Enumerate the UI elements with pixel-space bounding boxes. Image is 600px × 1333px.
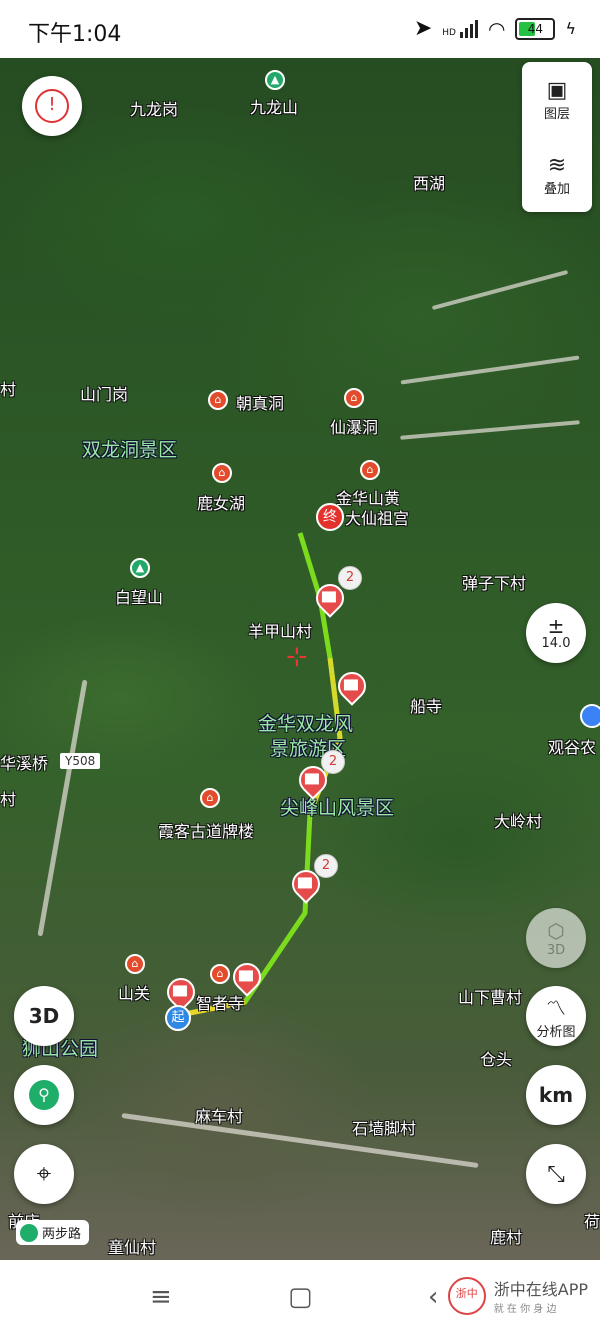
map-label: 山下曹村 (458, 988, 523, 1007)
road-number-label: Y508 (60, 753, 101, 769)
map-label: 鹿村 (490, 1228, 523, 1247)
3d-label: 3D (546, 942, 566, 958)
menu-nav-icon[interactable]: ≡ (150, 1282, 172, 1312)
battery-level: 44 (527, 21, 544, 36)
map-label: 霞客古道牌楼 (158, 822, 255, 841)
analysis-button[interactable]: 〽 分析图 (526, 986, 586, 1046)
map-label: 观谷农 (548, 738, 597, 757)
map-label: 村 (0, 790, 17, 809)
scenic-poi-icon[interactable]: ⌂ (200, 788, 220, 808)
map-view[interactable]: 九龙岗 ▲ 九龙山 西湖 山门岗 ⌂ 朝真洞 ⌂ 仙瀑洞 双龙洞景区 ⌂ 鹿女湖… (0, 58, 600, 1260)
overlay-label: 叠加 (543, 181, 570, 197)
unit-label: km (538, 1083, 574, 1107)
leaf-logo-icon (20, 1223, 38, 1242)
map-label: 仓头 (480, 1050, 513, 1069)
scenic-poi-icon[interactable]: ⌂ (208, 390, 228, 410)
overlay-button[interactable]: ≋ 叠加 (522, 137, 592, 212)
alert-button[interactable]: ! (22, 76, 82, 136)
zoom-level-button[interactable]: ± 14.0 (526, 603, 586, 663)
crosshair-icon: ⌖ (36, 1158, 52, 1189)
map-label: 童仙村 (108, 1238, 157, 1257)
map-area-label: 尖峰山风景区 (280, 797, 395, 819)
map-label: 石墙脚村 (352, 1119, 417, 1138)
status-time: 下午1:04 (28, 22, 122, 47)
map-label: 麻车村 (195, 1107, 244, 1126)
layers-icon: ▣ (546, 77, 568, 103)
watermark-text: 浙中在线APP (493, 1280, 588, 1299)
hd-label: HD (442, 27, 456, 38)
watermark: 浙中 浙中在线APP 就 在 你 身 边 (447, 1276, 588, 1315)
my-location-button[interactable]: ⌖ (14, 1144, 74, 1204)
photo-count-badge: 2 (321, 750, 345, 774)
map-label: 大岭村 (494, 812, 543, 831)
footprint-button[interactable]: ⚲ (14, 1065, 74, 1125)
map-label: 九龙岗 (130, 100, 179, 119)
map-label: 朝真洞 (236, 394, 285, 413)
collapse-arrows-icon: ⤡ (547, 1161, 565, 1187)
mountain-poi-icon[interactable]: ▲ (265, 70, 285, 90)
back-nav-icon[interactable]: ‹ (428, 1282, 438, 1312)
route-start-marker[interactable]: 起 (165, 1005, 191, 1031)
scenic-poi-icon[interactable]: ⌂ (360, 460, 380, 480)
photo-count-badge: 2 (314, 854, 338, 878)
app-logo-tag: 两步路 (16, 1220, 90, 1245)
mountain-poi-icon[interactable]: ▲ (130, 558, 150, 578)
3d-label: 3D (28, 1004, 60, 1028)
map-label: 华溪桥 (0, 754, 49, 773)
app-name-label: 两步路 (42, 1227, 82, 1242)
map-label: 山门岗 (80, 385, 129, 404)
collapse-button[interactable]: ⤡ (526, 1144, 586, 1204)
map-label: 山关 (118, 984, 151, 1003)
wifi-icon: ◠ (487, 16, 506, 41)
scenic-poi-icon[interactable]: ⌂ (125, 954, 145, 974)
location-pin-icon[interactable] (580, 704, 600, 728)
zoom-level-value: 14.0 (541, 635, 571, 651)
status-icons: ➤ HD ◠ 44 ϟ (414, 16, 576, 41)
map-label: 智者寺 (196, 994, 245, 1013)
map-label: 村 (0, 380, 17, 399)
system-nav-bar: ≡ ▢ ‹ 浙中 浙中在线APP 就 在 你 身 边 (0, 1260, 600, 1333)
map-label: 白望山 (115, 588, 164, 607)
cube-icon: ⬡ (547, 918, 565, 943)
map-label: 荷 (584, 1212, 600, 1231)
map-label: 鹿女湖 (197, 494, 246, 513)
crosshair-center-icon: ⊹ (286, 642, 308, 672)
3d-view-button-disabled[interactable]: ⬡ 3D (526, 908, 586, 968)
status-bar: 下午1:04 ➤ HD ◠ 44 ϟ (0, 0, 600, 58)
scenic-poi-icon[interactable]: ⌂ (210, 964, 230, 984)
battery-icon: 44 (515, 17, 556, 40)
chart-line-icon: 〽 (546, 996, 566, 1020)
scenic-poi-icon[interactable]: ⌂ (344, 388, 364, 408)
map-label: 船寺 (410, 697, 443, 716)
home-nav-icon[interactable]: ▢ (288, 1282, 313, 1312)
layers-label: 图层 (543, 106, 570, 122)
route-end-marker[interactable]: 终 (316, 503, 344, 531)
location-arrow-icon: ➤ (413, 16, 433, 41)
scenic-poi-icon[interactable]: ⌂ (212, 463, 232, 483)
analysis-label: 分析图 (536, 1025, 576, 1040)
3d-view-button[interactable]: 3D (14, 986, 74, 1046)
signal-icon: HD (442, 19, 478, 38)
map-area-label: 金华双龙风 (258, 713, 354, 735)
plus-minus-icon: ± (547, 613, 565, 638)
map-label: 弹子下村 (462, 574, 527, 593)
map-label: 西湖 (413, 174, 446, 193)
watermark-logo: 浙中 (447, 1276, 486, 1315)
alert-icon: ! (35, 89, 69, 123)
footprint-icon: ⚲ (29, 1080, 59, 1110)
watermark-subtext: 就 在 你 身 边 (493, 1304, 557, 1315)
map-label: 大仙祖宫 (345, 509, 410, 528)
map-label: 仙瀑洞 (330, 418, 379, 437)
map-area-label: 双龙洞景区 (82, 439, 178, 461)
unit-toggle-button[interactable]: km (526, 1065, 586, 1125)
overlay-stack-icon: ≋ (547, 152, 567, 178)
map-layers-panel: ▣ 图层 ≋ 叠加 (522, 62, 592, 212)
charging-icon: ϟ (565, 19, 576, 38)
map-label: 九龙山 (250, 98, 299, 117)
map-label: 羊甲山村 (248, 622, 313, 641)
photo-count-badge: 2 (338, 566, 362, 590)
layers-button[interactable]: ▣ 图层 (522, 62, 592, 137)
